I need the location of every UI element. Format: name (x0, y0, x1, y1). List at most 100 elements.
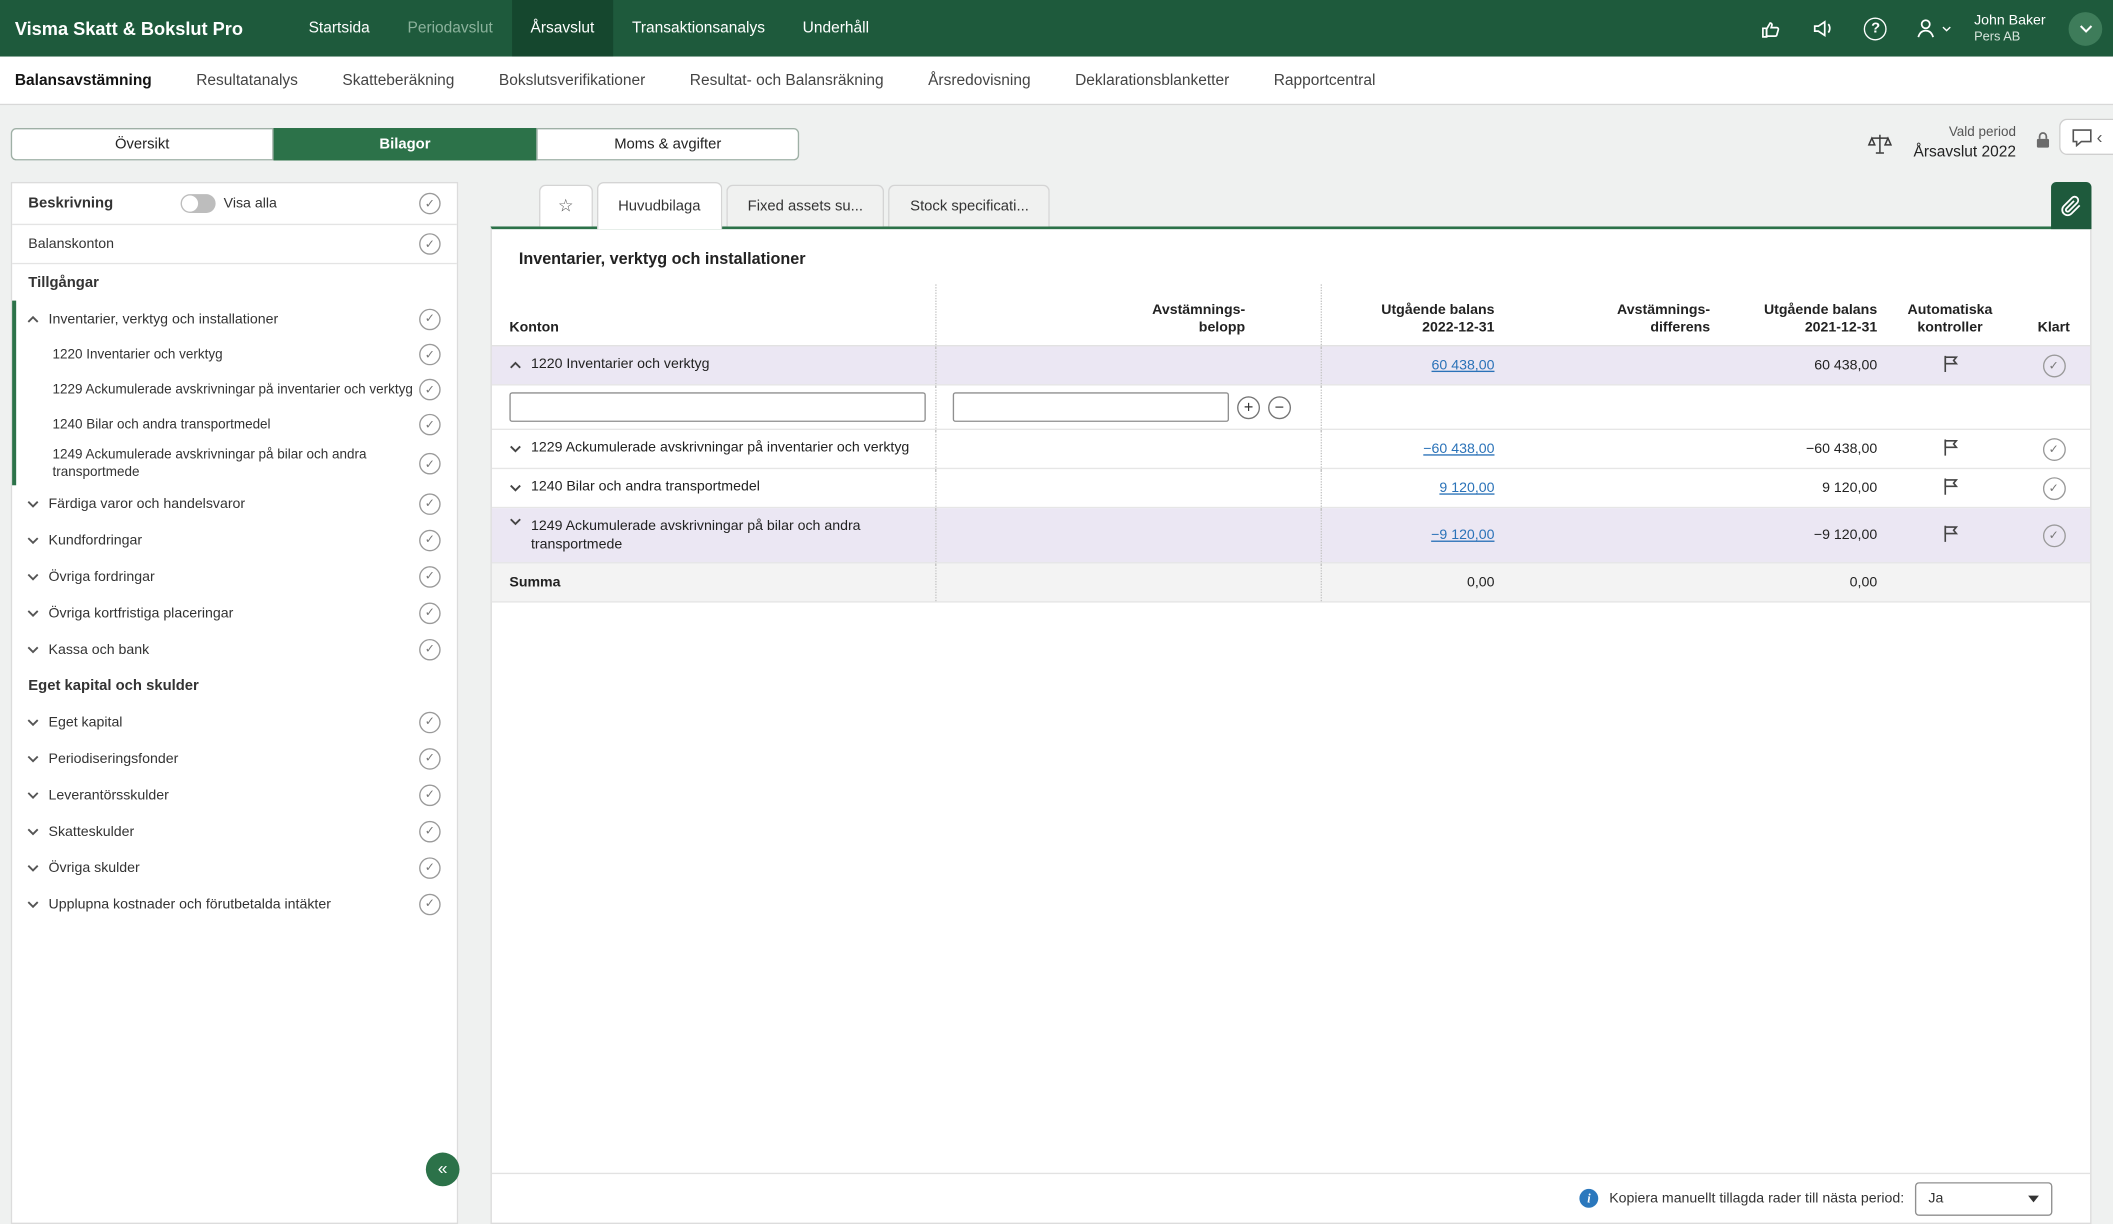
done-check-icon[interactable] (2042, 477, 2065, 500)
check-icon[interactable] (419, 711, 441, 733)
nav-startsida[interactable]: Startsida (290, 0, 389, 57)
check-icon[interactable] (419, 529, 441, 551)
sidebar-group-periodiseringsfonder[interactable]: Periodiseringsfonder (12, 740, 457, 776)
check-icon[interactable] (419, 857, 441, 879)
balance-link[interactable]: 9 120,00 (1439, 480, 1494, 496)
help-icon[interactable] (1861, 13, 1891, 43)
balance-link[interactable]: −9 120,00 (1431, 527, 1494, 543)
check-icon[interactable] (419, 344, 441, 366)
show-all-toggle[interactable]: Visa alla (181, 194, 277, 213)
sidebar-group-kortfristiga-placeringar[interactable]: Övriga kortfristiga placeringar (12, 594, 457, 630)
announcement-icon[interactable] (1808, 13, 1838, 43)
selected-period[interactable]: Vald period Årsavslut 2022 (1913, 125, 2016, 161)
check-icon[interactable] (419, 820, 441, 842)
sidebar-collapse-button[interactable] (426, 1153, 460, 1187)
check-icon[interactable] (419, 638, 441, 660)
table-row-1240[interactable]: 1240 Bilar och andra transportmedel 9 12… (492, 469, 2090, 508)
nav-arsavslut[interactable]: Årsavslut (512, 0, 613, 57)
nav-underhall[interactable]: Underhåll (784, 0, 888, 57)
check-icon[interactable] (419, 379, 441, 401)
app-root: Visma Skatt & Bokslut Pro Startsida Peri… (0, 0, 2113, 1224)
sidebar-item-1220[interactable]: 1220 Inventarier och verktyg (16, 337, 457, 372)
chevron-up-icon[interactable] (509, 361, 521, 369)
chat-panel-toggle[interactable] (2059, 119, 2113, 155)
sidebar-group-eget-kapital[interactable]: Eget kapital (12, 704, 457, 740)
balance-link[interactable]: −60 438,00 (1423, 441, 1494, 457)
table-row-1229[interactable]: 1229 Ackumulerade avskrivningar på inven… (492, 430, 2090, 469)
subnav-skatteberakning[interactable]: Skatteberäkning (342, 72, 454, 88)
sidebar-item-balanskonton[interactable]: Balanskonton (12, 225, 457, 264)
table-row-1249[interactable]: 1249 Ackumulerade avskrivningar på bilar… (492, 508, 2090, 563)
subnav-balansavstamning[interactable]: Balansavstämning (15, 72, 152, 88)
flag-icon[interactable] (1941, 477, 1959, 500)
check-icon[interactable] (419, 193, 441, 215)
segment-oversikt[interactable]: Översikt (11, 127, 274, 159)
check-icon[interactable] (419, 414, 441, 436)
group-label: Övriga kortfristiga placeringar (49, 605, 234, 621)
sidebar-group-kundfordringar[interactable]: Kundfordringar (12, 522, 457, 558)
sidebar-group-fardiga-varor[interactable]: Färdiga varor och handelsvaror (12, 485, 457, 521)
user-info[interactable]: John Baker Pers AB (1974, 12, 2046, 44)
check-icon[interactable] (419, 308, 441, 330)
subnav-arsredovisning[interactable]: Årsredovisning (928, 72, 1031, 88)
segment-bilagor[interactable]: Bilagor (274, 127, 537, 159)
check-icon[interactable] (419, 784, 441, 806)
check-icon[interactable] (419, 453, 441, 475)
sidebar-group-leverantorsskulder[interactable]: Leverantörsskulder (12, 776, 457, 812)
flag-icon[interactable] (1941, 437, 1959, 460)
toggle-switch-icon[interactable] (181, 194, 216, 213)
done-check-icon[interactable] (2042, 524, 2065, 547)
sidebar-group-inventarier[interactable]: Inventarier, verktyg och installationer (16, 301, 457, 337)
tab-stock-specification[interactable]: Stock specificati... (889, 185, 1051, 227)
col-header-klart: Klart (2015, 284, 2093, 345)
thumbs-up-icon[interactable] (1756, 13, 1786, 43)
check-icon[interactable] (419, 233, 441, 255)
sidebar-group-ovriga-skulder[interactable]: Övriga skulder (12, 849, 457, 885)
paperclip-icon (2060, 195, 2082, 217)
chevron-down-icon[interactable] (509, 518, 521, 526)
sidebar-item-1249[interactable]: 1249 Ackumulerade avskrivningar på bilar… (16, 442, 457, 485)
new-account-input[interactable] (509, 392, 925, 422)
check-icon[interactable] (419, 747, 441, 769)
account-chevron-button[interactable] (2069, 11, 2103, 45)
nav-transaktionsanalys[interactable]: Transaktionsanalys (613, 0, 784, 57)
subnav-resultatanalys[interactable]: Resultatanalys (196, 72, 298, 88)
chevron-down-icon[interactable] (509, 445, 521, 453)
chevron-down-icon (27, 499, 39, 507)
segment-moms-avgifter[interactable]: Moms & avgifter (536, 127, 799, 159)
subnav-deklarationsblanketter[interactable]: Deklarationsblanketter (1075, 72, 1229, 88)
check-icon[interactable] (419, 493, 441, 515)
user-menu-icon[interactable] (1913, 16, 1951, 40)
sidebar-group-ovriga-fordringar[interactable]: Övriga fordringar (12, 558, 457, 594)
sidebar-group-skatteskulder[interactable]: Skatteskulder (12, 813, 457, 849)
check-icon[interactable] (419, 893, 441, 915)
tab-fixed-assets[interactable]: Fixed assets su... (726, 185, 884, 227)
balance-link[interactable]: 60 438,00 (1432, 357, 1495, 373)
toolbar: Översikt Bilagor Moms & avgifter Vald pe… (0, 105, 2113, 182)
check-icon[interactable] (419, 565, 441, 587)
chevron-down-icon[interactable] (509, 484, 521, 492)
sidebar-item-1240[interactable]: 1240 Bilar och andra transportmedel (16, 407, 457, 442)
tab-huvudbilaga[interactable]: Huvudbilaga (597, 182, 723, 229)
add-row-button[interactable]: + (1237, 396, 1260, 419)
nav-periodavslut[interactable]: Periodavslut (389, 0, 512, 57)
subnav-resultat-balansrakning[interactable]: Resultat- och Balansräkning (690, 72, 884, 88)
summary-value-2022: 0,00 (1467, 574, 1495, 590)
copy-rows-select[interactable]: Ja (1915, 1182, 2052, 1216)
done-check-icon[interactable] (2042, 437, 2065, 460)
scale-icon[interactable] (1865, 129, 1895, 159)
sidebar-item-1229[interactable]: 1229 Ackumulerade avskrivningar på inven… (16, 372, 457, 407)
check-icon[interactable] (419, 602, 441, 624)
flag-icon[interactable] (1941, 354, 1959, 377)
new-amount-input[interactable] (953, 392, 1229, 422)
attachments-button[interactable] (2051, 182, 2091, 229)
subnav-bokslutsverifikationer[interactable]: Bokslutsverifikationer (499, 72, 645, 88)
favorites-tab[interactable] (539, 185, 592, 227)
remove-row-button[interactable]: − (1268, 396, 1291, 419)
done-check-icon[interactable] (2042, 354, 2065, 377)
subnav-rapportcentral[interactable]: Rapportcentral (1274, 72, 1376, 88)
flag-icon[interactable] (1941, 524, 1959, 547)
table-row-1220[interactable]: 1220 Inventarier och verktyg 60 438,00 6… (492, 346, 2090, 385)
sidebar-group-upplupna-kostnader[interactable]: Upplupna kostnader och förutbetalda intä… (12, 886, 457, 922)
sidebar-group-kassa-bank[interactable]: Kassa och bank (12, 631, 457, 667)
